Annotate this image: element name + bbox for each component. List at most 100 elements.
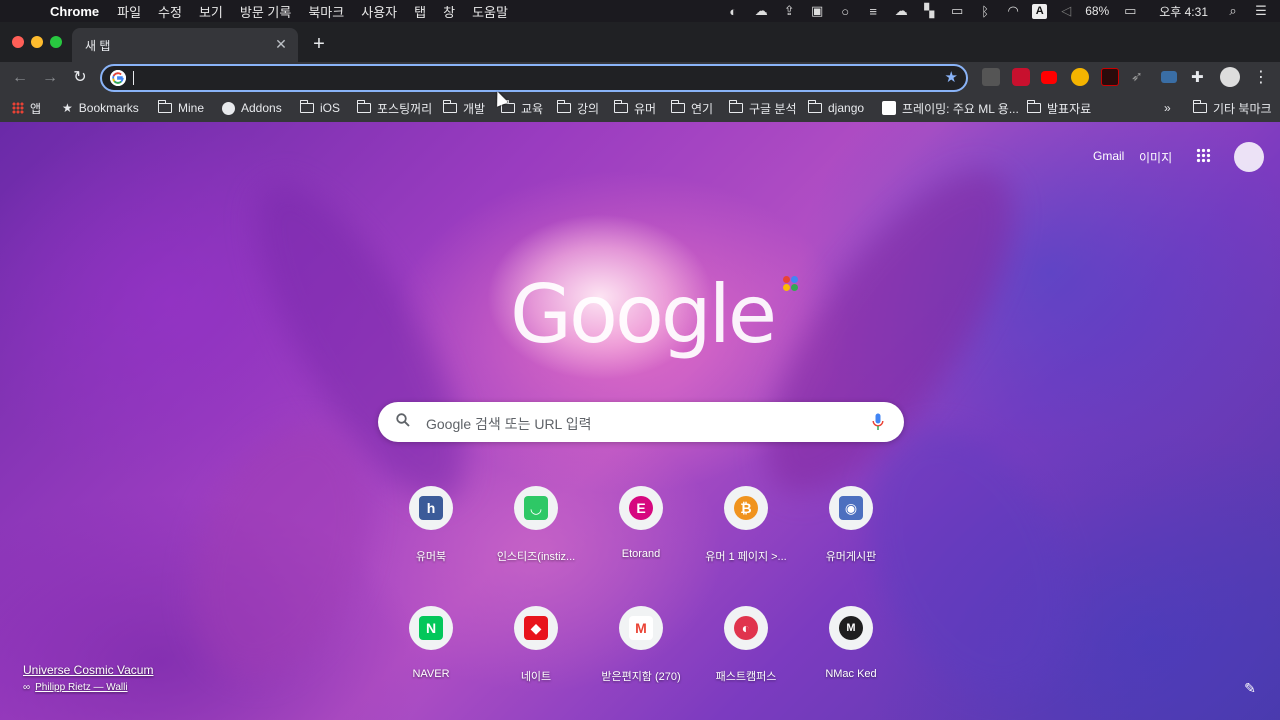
tab-new-tab[interactable]: 새 탭 ✕ [72,28,298,62]
upload-cloud-icon[interactable]: ⇪ [780,3,798,19]
shortcut-icon-circle: M [619,606,663,650]
search-box[interactable]: Google 검색 또는 URL 입력 [378,402,904,442]
bookmark-ml-framing[interactable]: 프레이밍: 주요 ML 용... [882,100,1019,116]
menu-file[interactable]: 파일 [117,2,141,21]
reload-icon[interactable]: ↻ [68,66,92,90]
shortcut-label: NAVER [412,668,450,680]
shortcut-tile[interactable]: N NAVER [375,606,487,706]
cloud-sync-icon[interactable]: ☁ [752,3,770,19]
link-icon: ∞ [23,682,31,693]
menu-history[interactable]: 방문 기록 [240,2,291,21]
rocket-extension-icon[interactable]: ➶ [1131,68,1149,86]
puzzle-extensions-icon[interactable]: ✚ [1191,68,1209,86]
notification-icon[interactable]: ▣ [808,3,826,19]
menu-bookmarks[interactable]: 북마크 [308,2,344,21]
sun-extension-icon[interactable] [1071,68,1089,86]
bookmark-folder-django[interactable]: django [807,100,864,116]
spotlight-search-icon[interactable]: ⌕ [1224,3,1242,19]
tab-close-icon[interactable]: ✕ [273,36,289,52]
address-bar[interactable]: ★ [100,64,968,92]
shortcut-tile[interactable]: h 유머북 [375,486,487,586]
shortcut-tile[interactable]: ◡ 인스티즈(instiz... [480,486,592,586]
window-layout-icon[interactable]: ▚ [920,3,938,19]
back-arrow-icon[interactable]: ← [8,66,32,90]
folder-icon [556,100,571,113]
bookmark-addons[interactable]: Addons [222,100,282,116]
shortcut-icon-circle: E [619,486,663,530]
bookmarks-overflow-chevron[interactable]: » [1164,100,1171,116]
bookmark-folder-ios[interactable]: iOS [299,100,340,116]
bookmark-folder-acting[interactable]: 연기 [670,100,713,116]
doodle-dots-icon[interactable] [783,276,799,292]
background-attribution-title[interactable]: Universe Cosmic Vacum [23,663,153,677]
record-icon[interactable]: ○ [836,3,854,19]
shortcut-tile[interactable]: M 받은편지함 (270) [585,606,697,706]
profile-avatar-icon[interactable] [1220,67,1240,87]
volume-icon[interactable]: ◁ [1057,3,1075,19]
bookmark-label: Bookmarks [78,101,139,115]
wifi-icon[interactable]: ◠ [1004,3,1022,19]
extension-red-icon[interactable] [1012,68,1030,86]
bookmark-label: 포스팅꺼리 [377,101,433,116]
input-source-icon[interactable]: A [1032,3,1048,19]
account-avatar[interactable] [1234,142,1264,172]
app-menu-chrome[interactable]: Chrome [50,4,99,19]
favicon-icon: ◡ [524,496,548,520]
mac-menu-bar: Chrome 파일 수정 보기 방문 기록 북마크 사용자 탭 창 도움말 ◐ … [0,0,1280,22]
background-attribution-author[interactable]: ∞ Philipp Rietz — Walli [23,682,128,693]
clock[interactable]: 오후 4:31 [1159,3,1208,20]
shortcut-tile[interactable]: ◐ 패스트캠퍼스 [690,606,802,706]
bookmark-label: Addons [241,101,282,115]
bookmark-bookmarks[interactable]: ★ Bookmarks [62,100,139,116]
shortcut-tile[interactable]: ◆ 네이트 [480,606,592,706]
menu-window[interactable]: 창 [443,2,455,21]
shortcut-tile[interactable]: E Etorand [585,486,697,586]
close-window-button[interactable] [12,36,24,48]
shortcut-icon-circle: ◡ [514,486,558,530]
folder-icon [670,100,685,113]
folder-icon [1026,100,1041,113]
customize-pencil-icon[interactable]: ✎ [1240,680,1260,700]
bookmark-star-icon[interactable]: ★ [945,68,958,86]
extension-n-icon[interactable] [982,68,1000,86]
microphone-icon[interactable] [872,413,884,431]
shortcut-tile[interactable]: ₿ 유머 1 페이지 >... [690,486,802,586]
bookmark-apps[interactable]: 앱 [12,100,41,116]
screen-extension-icon[interactable] [1161,71,1177,83]
zoom-window-button[interactable] [50,36,62,48]
bookmark-folder-mine[interactable]: Mine [157,100,204,116]
menu-edit[interactable]: 수정 [158,2,182,21]
icloud-icon[interactable]: ☁ [892,3,910,19]
notification-center-icon[interactable]: ☰ [1252,3,1270,19]
shortcut-tile[interactable]: M NMac Ked [795,606,907,706]
text-caret [133,71,134,85]
menu-view[interactable]: 보기 [199,2,223,21]
drive-icon[interactable]: ≡ [864,3,882,19]
battery-icon[interactable]: ▭ [1119,3,1141,19]
bookmark-folder-humor[interactable]: 유머 [613,100,656,116]
airplay-icon[interactable]: ▭ [948,3,966,19]
youtube-extension-icon[interactable] [1041,71,1057,84]
dark-extension-icon[interactable] [1101,68,1119,86]
menu-help[interactable]: 도움말 [472,2,508,21]
forward-arrow-icon[interactable]: → [38,66,62,90]
bluetooth-icon[interactable]: ᛒ [976,3,994,19]
minimize-window-button[interactable] [31,36,43,48]
shortcut-label: 네이트 [520,671,552,683]
menu-profiles[interactable]: 사용자 [361,2,397,21]
status-app-icon[interactable]: ◐ [724,3,742,19]
images-link[interactable]: 이미지 [1139,149,1172,166]
bookmark-folder-dev[interactable]: 개발 [442,100,485,116]
bookmark-other-bookmarks[interactable]: 기타 북마크 [1192,100,1272,116]
bookmark-folder-presentations[interactable]: 발표자료 [1026,100,1091,116]
folder-icon [356,100,371,113]
gmail-link[interactable]: Gmail [1093,149,1124,163]
bookmark-folder-google-analytics[interactable]: 구글 분석 [728,100,797,116]
bookmark-folder-posting[interactable]: 포스팅꺼리 [356,100,433,116]
shortcut-tile[interactable]: ◉ 유머게시판 [795,486,907,586]
chrome-menu-icon[interactable]: ⋮ [1253,66,1269,90]
menu-tab[interactable]: 탭 [414,2,426,21]
google-apps-icon[interactable] [1196,148,1211,163]
bookmark-folder-lecture[interactable]: 강의 [556,100,599,116]
new-tab-button[interactable]: + [308,34,330,56]
